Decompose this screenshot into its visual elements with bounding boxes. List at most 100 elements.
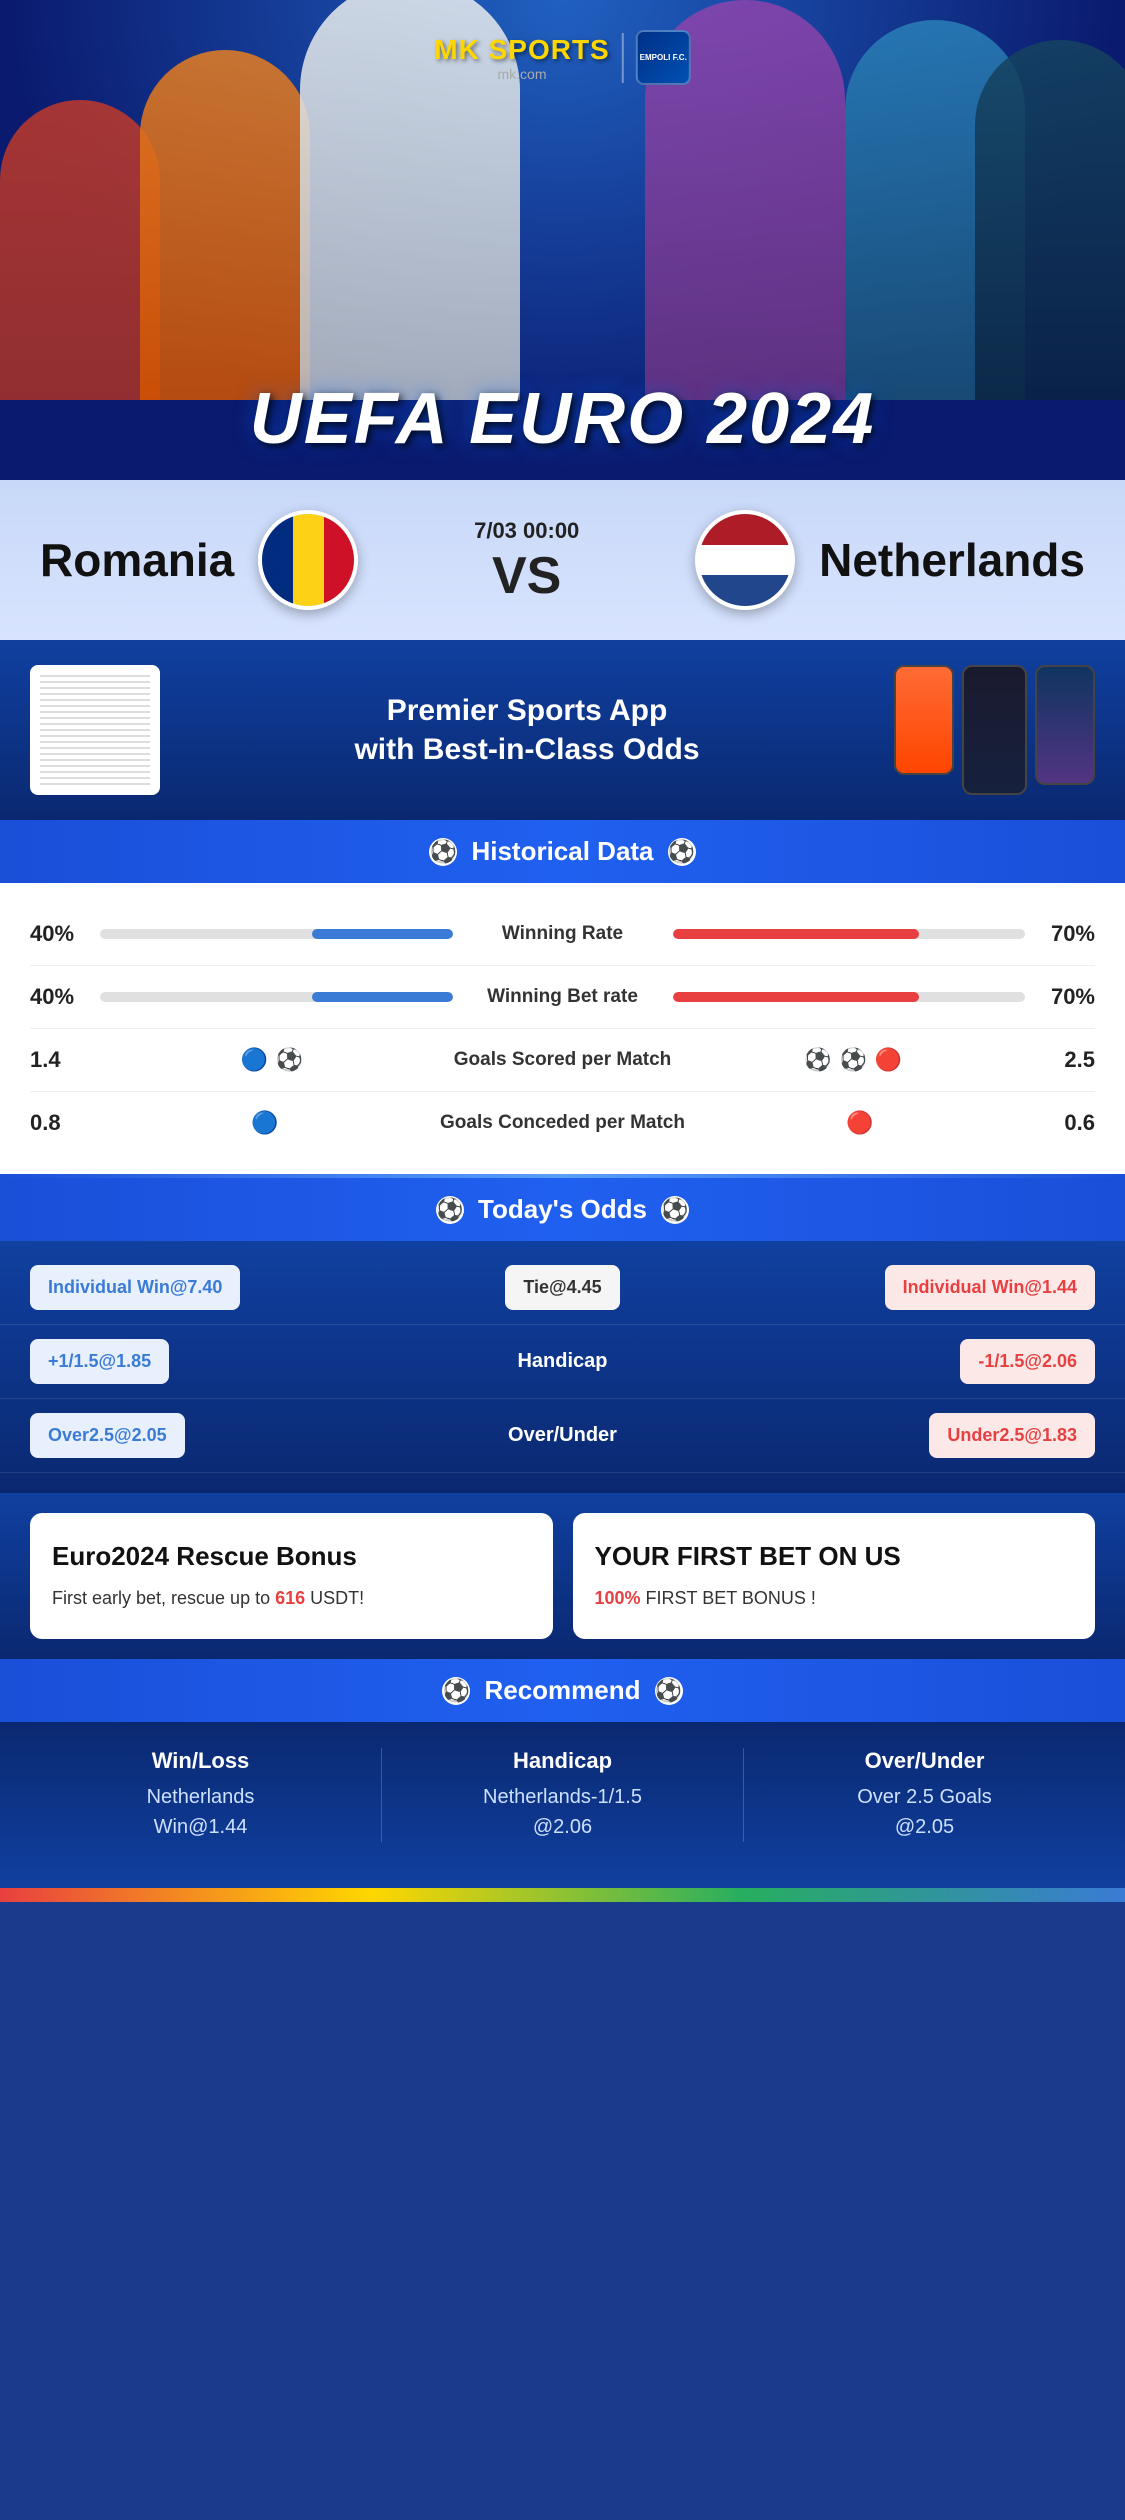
qr-code[interactable]	[30, 665, 160, 795]
winning-rate-bar-fill-right	[673, 929, 920, 939]
mk-sports-logo: MK SPORTS mk.com	[434, 34, 609, 82]
rec-overunder-label: Over/Under	[754, 1748, 1095, 1774]
odds-home-win[interactable]: Individual Win@7.40	[30, 1265, 378, 1310]
rec-winloss-label: Win/Loss	[30, 1748, 371, 1774]
hero-section: MK SPORTS mk.com EMPOLI F.C. UEFA EURO 2…	[0, 0, 1125, 480]
soccer-ball-rec-right	[655, 1677, 683, 1705]
recommend-overunder: Over/Under Over 2.5 Goals@2.05	[744, 1748, 1105, 1842]
historical-header: Historical Data	[0, 820, 1125, 883]
winning-bet-bar-left	[100, 992, 453, 1002]
winning-bet-left-val: 40%	[30, 984, 90, 1010]
winning-rate-bar-fill-left	[312, 929, 453, 939]
odds-handicap-home[interactable]: +1/1.5@1.85	[30, 1339, 378, 1384]
soccer-ball-rec-left	[442, 1677, 470, 1705]
winning-rate-left-val: 40%	[30, 921, 90, 947]
first-bet-pct: 100%	[595, 1588, 641, 1608]
odds-handicap-away[interactable]: -1/1.5@2.06	[747, 1339, 1095, 1384]
match-datetime: 7/03 00:00	[474, 518, 579, 544]
odds-handicap-label: Handicap	[388, 1350, 736, 1373]
match-section: Romania 7/03 00:00 VS Netherlands	[0, 480, 1125, 640]
goals-conceded-label: Goals Conceded per Match	[440, 1112, 685, 1134]
winning-bet-bar-fill-left	[312, 992, 453, 1002]
historical-section: 40% Winning Rate 70% 40% Winning Bet rat…	[0, 883, 1125, 1174]
goals-scored-left-val: 1.4	[30, 1047, 90, 1073]
odds-under[interactable]: Under2.5@1.83	[747, 1413, 1095, 1458]
soccer-ball-icon-left	[429, 838, 457, 866]
rec-handicap-label: Handicap	[392, 1748, 733, 1774]
ball-icon-6: 🔵	[251, 1110, 278, 1136]
winning-rate-bar-left	[100, 929, 453, 939]
stat-row-winning-rate: 40% Winning Rate 70%	[30, 903, 1095, 966]
recommend-grid: Win/Loss NetherlandsWin@1.44 Handicap Ne…	[0, 1732, 1125, 1858]
recommend-handicap: Handicap Netherlands-1/1.5@2.06	[382, 1748, 744, 1842]
logo-divider	[622, 33, 624, 83]
phone-mock-3	[1035, 665, 1095, 785]
player-6	[975, 40, 1125, 400]
promo-phones	[894, 665, 1095, 795]
netherlands-red-stripe	[699, 514, 791, 545]
stat-row-goals-conceded: 0.8 🔵 Goals Conceded per Match 🔴 0.6	[30, 1092, 1095, 1154]
ball-icon-5: 🔴	[875, 1047, 902, 1073]
winning-bet-bar-fill-right	[673, 992, 920, 1002]
tie-btn[interactable]: Tie@4.45	[505, 1265, 619, 1310]
ball-icon-2: ⚽	[276, 1047, 303, 1073]
home-win-btn[interactable]: Individual Win@7.40	[30, 1265, 240, 1310]
stat-row-winning-bet-rate: 40% Winning Bet rate 70%	[30, 966, 1095, 1029]
rec-overunder-val: Over 2.5 Goals@2.05	[754, 1782, 1095, 1842]
away-flag	[695, 510, 795, 610]
brand-mk: MK	[434, 34, 480, 65]
odds-row-winloss: Individual Win@7.40 Tie@4.45 Individual …	[0, 1251, 1125, 1325]
overunder-label-text: Over/Under	[508, 1424, 617, 1446]
netherlands-flag-stripes	[699, 514, 791, 606]
rescue-bonus-title: Euro2024 Rescue Bonus	[52, 1541, 531, 1572]
romania-flag-stripes	[262, 514, 354, 606]
handicap-away-btn[interactable]: -1/1.5@2.06	[960, 1339, 1095, 1384]
hero-title: UEFA EURO 2024	[250, 378, 876, 460]
empoli-badge: EMPOLI F.C.	[636, 30, 691, 85]
stat-row-goals-scored: 1.4 🔵 ⚽ Goals Scored per Match ⚽ ⚽ 🔴 2.5	[30, 1029, 1095, 1092]
odds-header: Today's Odds	[0, 1178, 1125, 1241]
goals-scored-icons: 🔵 ⚽	[100, 1047, 444, 1073]
bonus-section: Euro2024 Rescue Bonus First early bet, r…	[0, 1493, 1125, 1659]
under-btn[interactable]: Under2.5@1.83	[929, 1413, 1095, 1458]
odds-away-win[interactable]: Individual Win@1.44	[747, 1265, 1095, 1310]
over-btn[interactable]: Over2.5@2.05	[30, 1413, 185, 1458]
ball-icon-3: ⚽	[804, 1047, 831, 1073]
soccer-ball-icon-right	[668, 838, 696, 866]
soccer-ball-odds-right	[661, 1196, 689, 1224]
recommend-winloss: Win/Loss NetherlandsWin@1.44	[20, 1748, 382, 1842]
odds-title: Today's Odds	[478, 1194, 647, 1225]
winning-bet-right-val: 70%	[1035, 984, 1095, 1010]
odds-row-handicap: +1/1.5@1.85 Handicap -1/1.5@2.06	[0, 1325, 1125, 1399]
rec-winloss-team: NetherlandsWin@1.44	[30, 1782, 371, 1842]
rescue-bonus-card: Euro2024 Rescue Bonus First early bet, r…	[30, 1513, 553, 1639]
goals-scored-icons-right: ⚽ ⚽ 🔴	[681, 1047, 1025, 1073]
odds-over[interactable]: Over2.5@2.05	[30, 1413, 378, 1458]
winning-bet-bar-right	[673, 992, 1026, 1002]
phone-mock-2	[962, 665, 1027, 795]
player-1	[0, 100, 160, 400]
promo-text: Premier Sports Appwith Best-in-Class Odd…	[180, 691, 874, 769]
ball-icon-4: ⚽	[839, 1047, 866, 1073]
home-team-name: Romania	[40, 533, 234, 587]
odds-tie-label[interactable]: Tie@4.45	[388, 1265, 736, 1310]
winning-bet-label: Winning Bet rate	[463, 986, 663, 1008]
odds-row-overunder: Over2.5@2.05 Over/Under Under2.5@1.83	[0, 1399, 1125, 1473]
home-team-row: Romania	[40, 510, 358, 610]
winning-rate-right-val: 70%	[1035, 921, 1095, 947]
odds-overunder-label: Over/Under	[388, 1424, 736, 1447]
goals-scored-label: Goals Scored per Match	[454, 1049, 672, 1071]
romania-red-stripe	[324, 514, 355, 606]
player-2	[140, 50, 310, 400]
phone-mock-1	[894, 665, 954, 775]
recommend-section: Win/Loss NetherlandsWin@1.44 Handicap Ne…	[0, 1722, 1125, 1888]
odds-section: Individual Win@7.40 Tie@4.45 Individual …	[0, 1241, 1125, 1493]
qr-inner	[40, 675, 150, 785]
away-win-btn[interactable]: Individual Win@1.44	[885, 1265, 1095, 1310]
handicap-home-btn[interactable]: +1/1.5@1.85	[30, 1339, 169, 1384]
rescue-amount: 616	[275, 1588, 305, 1608]
brand-sports: SPORTS	[489, 34, 610, 65]
netherlands-white-stripe	[699, 545, 791, 576]
rec-handicap-val: Netherlands-1/1.5@2.06	[392, 1782, 733, 1842]
bottom-bar	[0, 1888, 1125, 1902]
